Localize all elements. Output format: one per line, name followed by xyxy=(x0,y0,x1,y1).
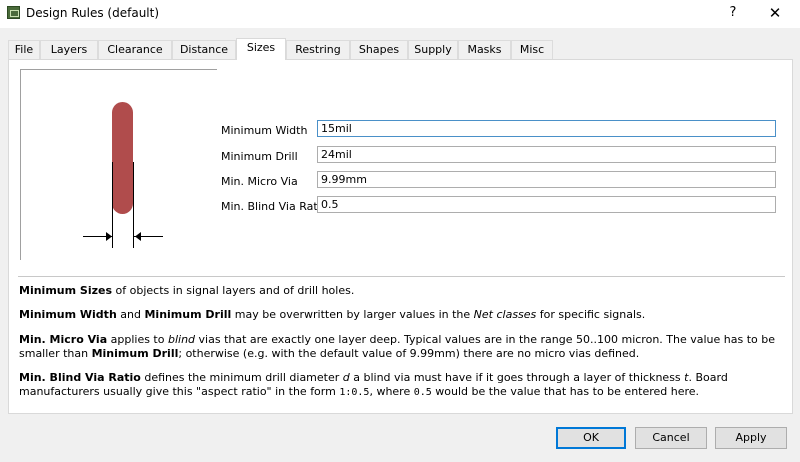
track-width-diagram xyxy=(20,69,217,260)
tab-shapes[interactable]: Shapes xyxy=(350,40,408,59)
tab-layers[interactable]: Layers xyxy=(40,40,98,59)
desc-bold: Minimum Sizes xyxy=(19,284,113,297)
close-icon[interactable]: ✕ xyxy=(764,3,786,23)
cancel-button[interactable]: Cancel xyxy=(635,427,707,449)
tab-sizes[interactable]: Sizes xyxy=(236,38,286,60)
desc-bold: Minimum Width xyxy=(19,308,117,321)
apply-button[interactable]: Apply xyxy=(715,427,787,449)
title-bar: Design Rules (default) ? ✕ xyxy=(0,0,800,28)
min-blind-via-ratio-input[interactable]: 0.5 xyxy=(317,196,776,213)
desc-text: applies to xyxy=(107,333,168,346)
ok-button[interactable]: OK xyxy=(556,427,626,449)
desc-text: for specific signals. xyxy=(536,308,646,321)
tab-supply[interactable]: Supply xyxy=(408,40,458,59)
desc-text: defines the minimum drill diameter xyxy=(140,371,343,384)
tab-restring[interactable]: Restring xyxy=(286,40,350,59)
tab-file[interactable]: File xyxy=(8,40,40,59)
desc-italic: d xyxy=(342,371,350,384)
description-width-drill: Minimum Width and Minimum Drill may be o… xyxy=(19,308,779,322)
tab-masks[interactable]: Masks xyxy=(458,40,511,59)
description-min-sizes: Minimum Sizes of objects in signal layer… xyxy=(19,284,779,298)
desc-mono: 0.5 xyxy=(413,387,432,398)
desc-text: may be overwritten by larger values in t… xyxy=(231,308,474,321)
tab-misc[interactable]: Misc xyxy=(511,40,553,59)
separator xyxy=(18,276,785,277)
app-icon xyxy=(7,6,20,19)
track-shape xyxy=(112,102,133,214)
desc-mono: 1:0.5 xyxy=(339,387,370,398)
window-title: Design Rules (default) xyxy=(26,6,160,20)
desc-italic: Net classes xyxy=(473,308,537,321)
min-micro-via-input[interactable]: 9.99mm xyxy=(317,171,776,188)
desc-bold: Minimum Drill xyxy=(144,308,232,321)
arrowhead-right-icon xyxy=(135,232,141,241)
desc-text: of objects in signal layers and of drill… xyxy=(112,284,355,297)
min-width-label: Minimum Width xyxy=(221,124,308,137)
desc-text: a blind via must have if it goes through… xyxy=(349,371,685,384)
desc-text: , where xyxy=(369,385,414,398)
desc-text: and xyxy=(116,308,145,321)
desc-bold: Min. Micro Via xyxy=(19,333,108,346)
sizes-panel: Minimum Width 15mil Minimum Drill 24mil … xyxy=(8,59,793,414)
desc-bold: Min. Blind Via Ratio xyxy=(19,371,141,384)
description-micro-via: Min. Micro Via applies to blind vias tha… xyxy=(19,333,779,361)
min-width-input[interactable]: 15mil xyxy=(317,120,776,137)
tab-clearance[interactable]: Clearance xyxy=(98,40,172,59)
description-blind-via-ratio: Min. Blind Via Ratio defines the minimum… xyxy=(19,371,779,400)
help-button[interactable]: ? xyxy=(722,3,744,23)
desc-bold: Minimum Drill xyxy=(91,347,179,360)
desc-italic: blind xyxy=(167,333,196,346)
min-blind-via-ratio-label: Min. Blind Via Ratio xyxy=(221,200,328,213)
desc-text: ; otherwise (e.g. with the default value… xyxy=(178,347,640,360)
min-drill-label: Minimum Drill xyxy=(221,150,298,163)
min-drill-input[interactable]: 24mil xyxy=(317,146,776,163)
min-micro-via-label: Min. Micro Via xyxy=(221,175,298,188)
desc-text: would be the value that has to be entere… xyxy=(431,385,700,398)
tab-distance[interactable]: Distance xyxy=(172,40,236,59)
arrowhead-left-icon xyxy=(106,232,112,241)
